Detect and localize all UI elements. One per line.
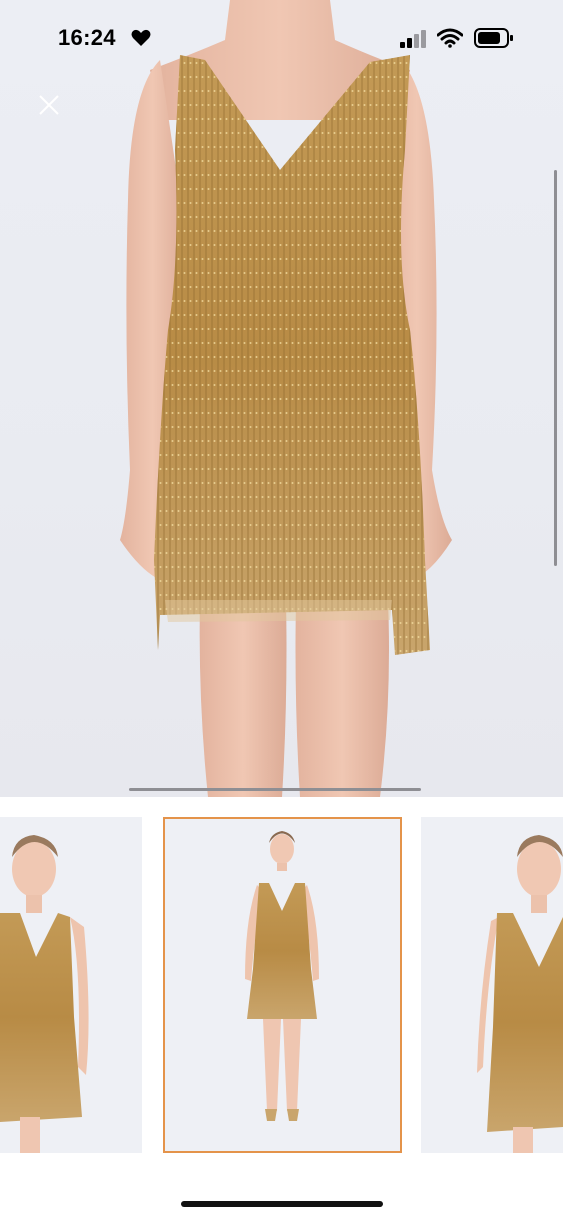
close-icon	[39, 95, 59, 115]
thumbnail-photo	[245, 831, 319, 1121]
thumbnail-2-selected[interactable]	[163, 817, 402, 1153]
heart-icon	[131, 29, 151, 52]
close-button[interactable]	[34, 90, 64, 120]
battery-icon	[474, 28, 514, 53]
product-image-viewer[interactable]: 16:24	[0, 0, 563, 797]
main-product-photo[interactable]	[0, 0, 563, 797]
thumbnail-photo	[0, 835, 89, 1153]
status-time: 16:24	[58, 25, 116, 50]
horizontal-scrollbar[interactable]	[129, 788, 421, 791]
cellular-signal-icon	[400, 30, 428, 53]
status-bar: 16:24	[0, 0, 563, 76]
thumbnail-1[interactable]	[0, 817, 142, 1153]
home-indicator[interactable]	[181, 1201, 383, 1207]
vertical-scrollbar[interactable]	[554, 170, 557, 566]
wifi-icon	[436, 28, 464, 53]
thumbnail-3[interactable]	[421, 817, 563, 1153]
thumbnail-photo	[477, 835, 563, 1153]
thumbnail-strip[interactable]	[0, 797, 563, 1177]
